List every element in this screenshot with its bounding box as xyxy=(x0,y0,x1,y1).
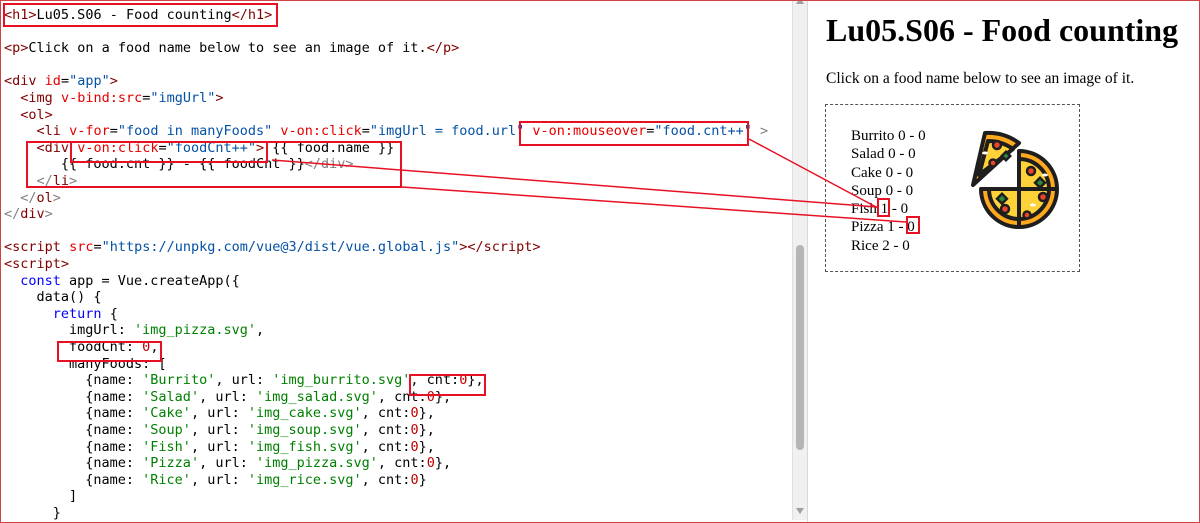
code-token: "imgUrl" xyxy=(150,90,216,106)
code-token: > xyxy=(215,90,224,106)
food-name[interactable]: Soup xyxy=(851,183,882,199)
food-list-item[interactable]: Salad 0 - 0 xyxy=(851,145,926,163)
food-count: 0 xyxy=(888,146,896,163)
food-click-count: 0 xyxy=(918,128,926,144)
food-click-count: 0 xyxy=(902,237,910,254)
code-token: > xyxy=(451,40,460,57)
food-click-count: 0 xyxy=(907,219,915,236)
code-token: < xyxy=(4,40,13,57)
food-count: 2 xyxy=(882,237,890,254)
code-token: = xyxy=(93,239,102,256)
count-separator: - xyxy=(905,128,919,144)
food-list-item[interactable]: Cake 0 - 0 xyxy=(851,164,926,182)
page-title: Lu05.S06 - Food counting xyxy=(826,12,1179,48)
count-separator: - xyxy=(895,146,909,163)
code-line[interactable]: } xyxy=(4,502,61,520)
food-click-count: 0 xyxy=(905,164,914,181)
code-token: div xyxy=(321,156,346,173)
code-token: "https://unpkg.com/vue@3/dist/vue.global… xyxy=(101,239,460,256)
food-name[interactable]: Cake xyxy=(851,165,882,181)
code-token: script xyxy=(483,239,533,256)
food-click-count: 0 xyxy=(900,201,909,218)
code-token: v-bind:src xyxy=(60,90,143,106)
food-count: 0 xyxy=(898,128,906,144)
vue-app-container: Burrito 0 - 0 Salad 0 - 0 Cake 0 - 0 Soup 0… xyxy=(825,104,1080,272)
pane-divider[interactable] xyxy=(807,0,818,523)
scroll-thumb[interactable] xyxy=(796,245,804,450)
code-token: p xyxy=(442,40,452,57)
food-list-item[interactable]: Pizza 1 - 0 xyxy=(851,218,926,236)
food-count: 0 xyxy=(885,164,894,181)
food-list-item[interactable]: Fish 1 - 0 xyxy=(851,200,926,218)
food-list-item[interactable]: Rice 2 - 0 xyxy=(851,237,926,255)
count-separator: - xyxy=(893,182,906,199)
code-token: 0 xyxy=(410,471,419,488)
food-name[interactable]: Burrito xyxy=(851,128,894,144)
food-count: 1 xyxy=(887,219,895,236)
code-token: div xyxy=(20,206,45,223)
code-token: ></ xyxy=(459,239,484,256)
code-editor[interactable]: <h1>Lu05.S06 - Food counting</h1> <p>Clic… xyxy=(0,0,792,520)
count-separator: - xyxy=(894,219,908,236)
code-token: v-on:mouseover xyxy=(532,123,647,140)
code-token: h1 xyxy=(247,7,265,23)
count-separator: - xyxy=(889,237,903,254)
scroll-down-arrow-icon[interactable] xyxy=(796,508,804,514)
food-count: 1 xyxy=(880,201,889,218)
code-token: }, xyxy=(434,455,452,472)
code-token: > xyxy=(52,189,61,206)
code-token: h1 xyxy=(12,7,29,23)
code-token: </ xyxy=(426,40,443,57)
code-token: } xyxy=(418,471,427,488)
preview-pane: Lu05.S06 - Food counting Click on a food… xyxy=(818,0,1200,520)
code-token: Lu05.S06 - Food counting xyxy=(36,7,232,23)
code-line[interactable]: <h1>Lu05.S06 - Food counting</h1> xyxy=(4,4,272,26)
code-line[interactable]: < p> Click on a food name below to see an … xyxy=(4,37,459,59)
code-token: > xyxy=(532,239,541,256)
code-token: src xyxy=(69,239,94,256)
food-count: 0 xyxy=(885,182,894,199)
code-token: > xyxy=(44,206,53,223)
code-token: > xyxy=(28,7,37,23)
food-click-count: 0 xyxy=(908,146,916,163)
food-click-count: 0 xyxy=(905,182,914,199)
code-token: Click on a food name below to see an ima… xyxy=(28,40,427,57)
code-token: </ xyxy=(231,7,248,23)
code-token: > xyxy=(760,123,769,140)
food-name[interactable]: Salad xyxy=(851,146,884,162)
code-token: > xyxy=(264,7,273,23)
code-token: }, xyxy=(434,388,452,405)
food-name[interactable]: Fish xyxy=(851,201,877,217)
code-token: > xyxy=(69,173,78,189)
food-list-item[interactable]: Burrito 0 - 0 xyxy=(851,127,926,145)
code-token: "food.cnt++" xyxy=(654,123,752,140)
code-token: < xyxy=(4,7,13,23)
page-description: Click on a food name below to see an ima… xyxy=(826,70,1135,87)
food-name[interactable]: Rice xyxy=(851,238,879,254)
scroll-up-arrow-icon[interactable] xyxy=(796,0,804,4)
code-token: </ xyxy=(4,206,21,223)
pizza-image-icon xyxy=(971,130,1059,229)
food-name[interactable]: Pizza xyxy=(851,219,883,235)
code-token: } xyxy=(4,505,61,520)
food-list-item[interactable]: Soup 0 - 0 xyxy=(851,182,926,200)
count-separator: - xyxy=(893,164,906,181)
code-token: 'Rice' xyxy=(142,471,191,488)
code-token: </ xyxy=(304,156,321,173)
code-token: 0 xyxy=(426,455,435,472)
code-line[interactable]: </div> xyxy=(4,203,53,225)
code-token: 'img_rice.svg' xyxy=(247,471,362,488)
count-separator: - xyxy=(888,201,901,218)
code-token: , url: xyxy=(190,471,248,488)
editor-scrollbar[interactable] xyxy=(792,0,807,520)
code-token: , cnt: xyxy=(361,471,411,488)
code-token: > xyxy=(345,156,354,173)
code-token: }, xyxy=(467,372,484,389)
code-token: , xyxy=(255,322,265,339)
code-line[interactable]: <script src="https://unpkg.com/vue@3/dis… xyxy=(4,236,541,258)
food-list: Burrito 0 - 0 Salad 0 - 0 Cake 0 - 0 Soup 0… xyxy=(851,127,926,255)
